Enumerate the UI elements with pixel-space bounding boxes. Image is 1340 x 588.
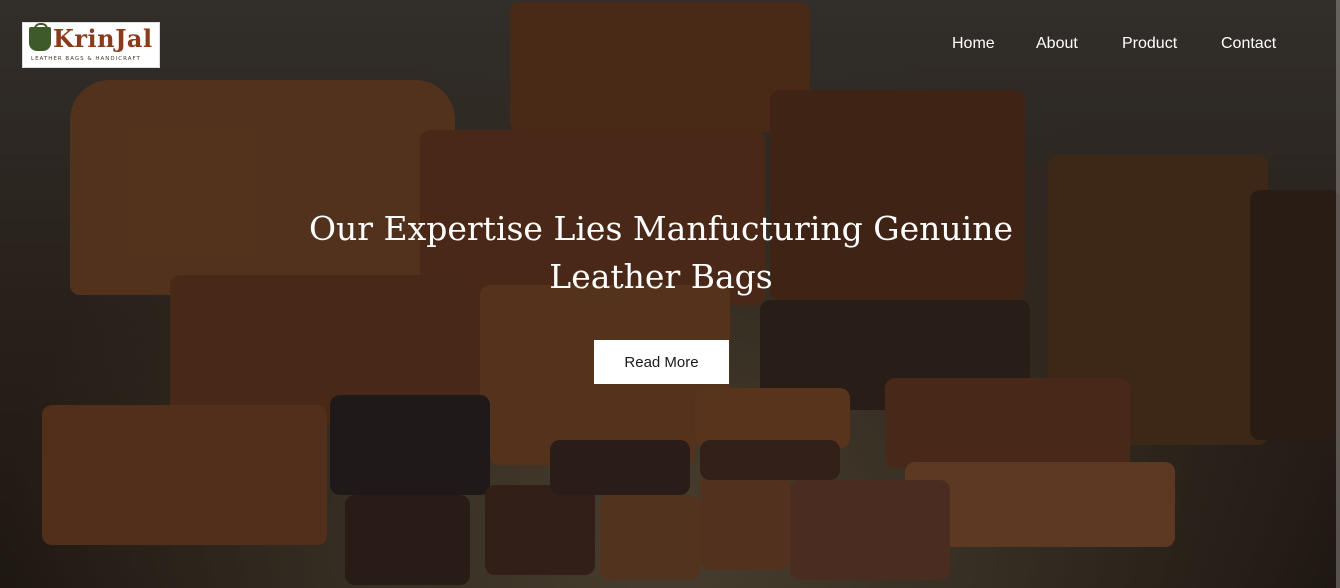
- main-nav: Home About Product Contact: [0, 35, 1340, 55]
- page-scrollbar[interactable]: [1336, 0, 1340, 588]
- nav-item-home[interactable]: Home: [952, 35, 995, 53]
- brand-tagline: LEATHER BAGS & HANDICRAFT: [31, 56, 141, 62]
- nav-item-contact[interactable]: Contact: [1221, 35, 1276, 53]
- read-more-button[interactable]: Read More: [594, 340, 729, 384]
- nav-item-about[interactable]: About: [1036, 35, 1078, 53]
- nav-item-product[interactable]: Product: [1122, 35, 1177, 53]
- hero-headline: Our Expertise Lies Manfucturing Genuine …: [308, 209, 1013, 296]
